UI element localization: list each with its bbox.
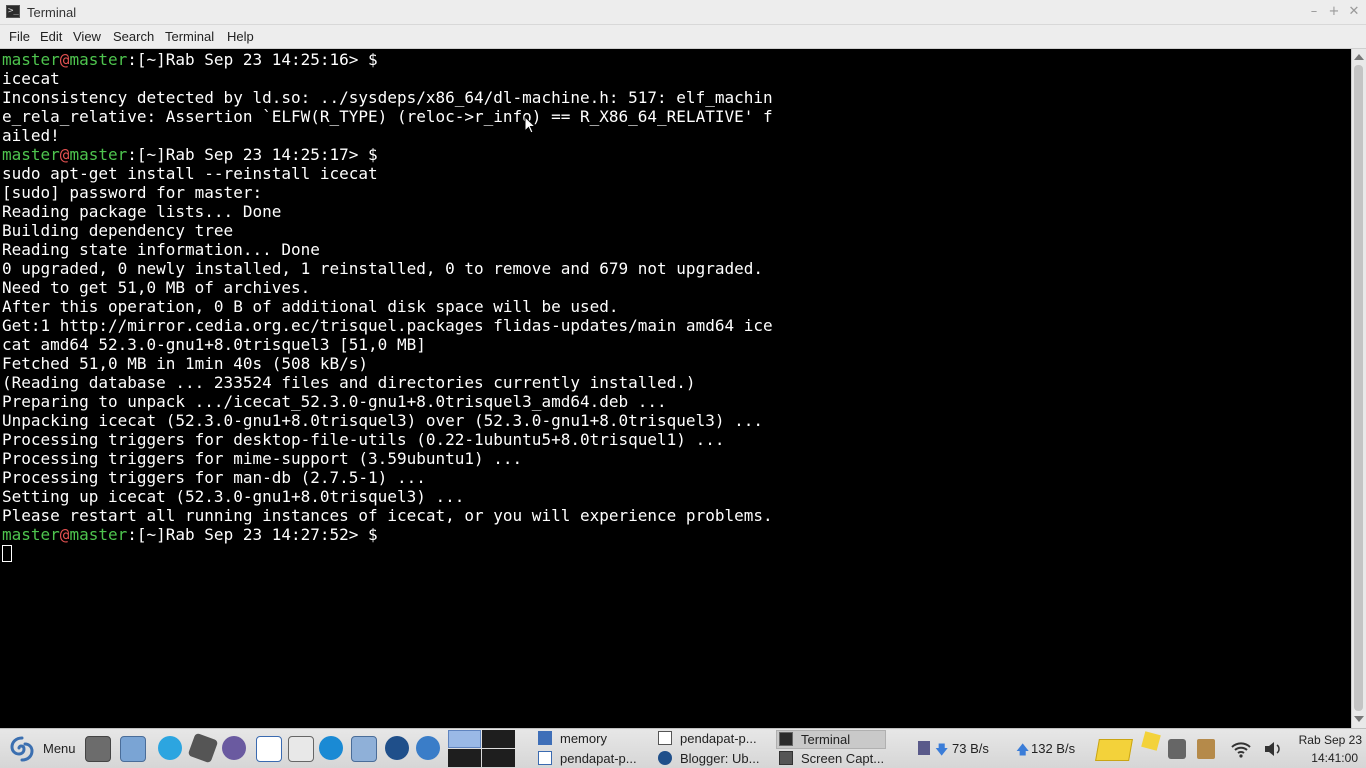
task-pendapat-2[interactable]: pendapat-p...: [538, 751, 637, 766]
output-line: cat amd64 52.3.0-gnu1+8.0trisquel3 [51,0…: [2, 335, 426, 354]
output-line: icecat: [2, 69, 60, 88]
output-line: Unpacking icecat (52.3.0-gnu1+8.0trisque…: [2, 411, 763, 430]
terminal-output[interactable]: master@master:[~]Rab Sep 23 14:25:16> $ …: [0, 49, 1351, 728]
editor-launcher-icon[interactable]: [187, 732, 219, 764]
output-line: Setting up icecat (52.3.0-gnu1+8.0trisqu…: [2, 487, 465, 506]
menu-edit[interactable]: Edit: [40, 29, 62, 44]
scrollbar-thumb[interactable]: [1354, 65, 1363, 711]
notes-icon[interactable]: [1095, 739, 1133, 761]
output-line: 0 upgraded, 0 newly installed, 1 reinsta…: [2, 259, 763, 278]
prompt-line: master@master:[~]Rab Sep 23 14:25:17> $: [2, 145, 378, 164]
output-line: sudo apt-get install --reinstall icecat: [2, 164, 378, 183]
clock-date[interactable]: Rab Sep 23: [1290, 733, 1362, 747]
telegram-launcher-icon[interactable]: [158, 736, 182, 760]
document-icon: [538, 751, 552, 765]
maximize-icon[interactable]: +: [1326, 4, 1342, 20]
menu-help[interactable]: Help: [227, 29, 254, 44]
net-down-arrow-icon: 🡇: [935, 742, 949, 757]
cursor-line: [2, 544, 773, 563]
clock-time[interactable]: 14:41:00: [1290, 751, 1358, 765]
output-line: [sudo] password for master:: [2, 183, 263, 202]
window-title: Terminal: [27, 5, 77, 20]
output-line: Building dependency tree: [2, 221, 234, 240]
workspace-2[interactable]: [482, 730, 515, 748]
task-memory[interactable]: memory: [538, 731, 607, 746]
volume-icon[interactable]: [1263, 740, 1283, 758]
task-pendapat-1[interactable]: pendapat-p...: [658, 731, 757, 746]
network-monitor-icon: [918, 741, 930, 755]
menu-file[interactable]: File: [9, 29, 30, 44]
scroll-down-icon[interactable]: [1354, 716, 1364, 722]
window-titlebar: >_ Terminal – + ✕: [0, 0, 1366, 25]
folder-icon: [538, 731, 552, 745]
output-line: Inconsistency detected by ld.so: ../sysd…: [2, 88, 773, 107]
mouse-pointer-icon: [524, 116, 537, 134]
task-blogger[interactable]: Blogger: Ub...: [658, 751, 760, 766]
terminal-icon: [779, 732, 793, 746]
text-cursor: [2, 545, 12, 562]
output-line: Processing triggers for mime-support (3.…: [2, 449, 523, 468]
prompt-line: master@master:[~]Rab Sep 23 14:27:52> $: [2, 525, 378, 544]
output-line: After this operation, 0 B of additional …: [2, 297, 619, 316]
net-down-speed: 73 B/s: [952, 741, 989, 756]
icecat-icon: [658, 751, 672, 765]
menu-search[interactable]: Search: [113, 29, 154, 44]
clipboard-icon[interactable]: [1197, 739, 1215, 759]
output-line: Get:1 http://mirror.cedia.org.ec/trisque…: [2, 316, 773, 335]
workspace-1[interactable]: [448, 730, 481, 748]
camera-launcher-icon[interactable]: [85, 736, 111, 762]
device-icon[interactable]: [1168, 739, 1186, 759]
output-line: Please restart all running instances of …: [2, 506, 773, 525]
output-line: Processing triggers for man-db (2.7.5-1)…: [2, 468, 426, 487]
task-terminal[interactable]: Terminal: [779, 732, 850, 747]
output-line: Processing triggers for desktop-file-uti…: [2, 430, 725, 449]
menubar: File Edit View Search Terminal Help: [0, 25, 1366, 49]
menu-button[interactable]: Menu: [43, 741, 76, 756]
close-icon[interactable]: ✕: [1346, 4, 1362, 20]
minimize-icon[interactable]: –: [1306, 4, 1322, 20]
output-line: e_rela_relative: Assertion `ELFW(R_TYPE)…: [2, 107, 773, 126]
output-line: (Reading database ... 233524 files and d…: [2, 373, 696, 392]
output-line: Fetched 51,0 MB in 1min 40s (508 kB/s): [2, 354, 369, 373]
file-manager-launcher-icon[interactable]: [120, 736, 146, 762]
scroll-up-icon[interactable]: [1354, 54, 1364, 60]
output-line: Preparing to unpack .../icecat_52.3.0-gn…: [2, 392, 667, 411]
document-icon: [658, 731, 672, 745]
output-line: ailed!: [2, 126, 60, 145]
net-up-arrow-icon: 🡅: [1016, 742, 1030, 757]
prompt-line: master@master:[~]Rab Sep 23 14:25:16> $: [2, 50, 378, 69]
menu-view[interactable]: View: [73, 29, 101, 44]
terminal-app-icon: >_: [6, 5, 20, 18]
taskbar: Menu memory pendapat-p... pendapat-p... …: [0, 728, 1366, 768]
workspace-4[interactable]: [482, 749, 515, 767]
camera-icon: [779, 751, 793, 765]
net-up-speed: 132 B/s: [1031, 741, 1076, 756]
menu-logo-icon[interactable]: [6, 733, 38, 765]
output-line: Need to get 51,0 MB of archives.: [2, 278, 311, 297]
output-line: Reading package lists... Done: [2, 202, 282, 221]
emacs-launcher-icon[interactable]: [222, 736, 246, 760]
window-launcher-icon[interactable]: [351, 736, 377, 762]
icecat-launcher-icon[interactable]: [385, 736, 409, 760]
browser-launcher-icon[interactable]: [319, 736, 343, 760]
output-line: Reading state information... Done: [2, 240, 320, 259]
wifi-icon[interactable]: [1230, 739, 1252, 759]
task-screen-capture[interactable]: Screen Capt...: [779, 751, 884, 766]
workspace-3[interactable]: [448, 749, 481, 767]
menu-terminal[interactable]: Terminal: [165, 29, 214, 44]
document-launcher-icon[interactable]: [256, 736, 282, 762]
terminal-scrollbar[interactable]: [1351, 49, 1366, 728]
sticky-note-icon[interactable]: [1141, 731, 1161, 751]
calculator-launcher-icon[interactable]: [288, 736, 314, 762]
network-launcher-icon[interactable]: [416, 736, 440, 760]
